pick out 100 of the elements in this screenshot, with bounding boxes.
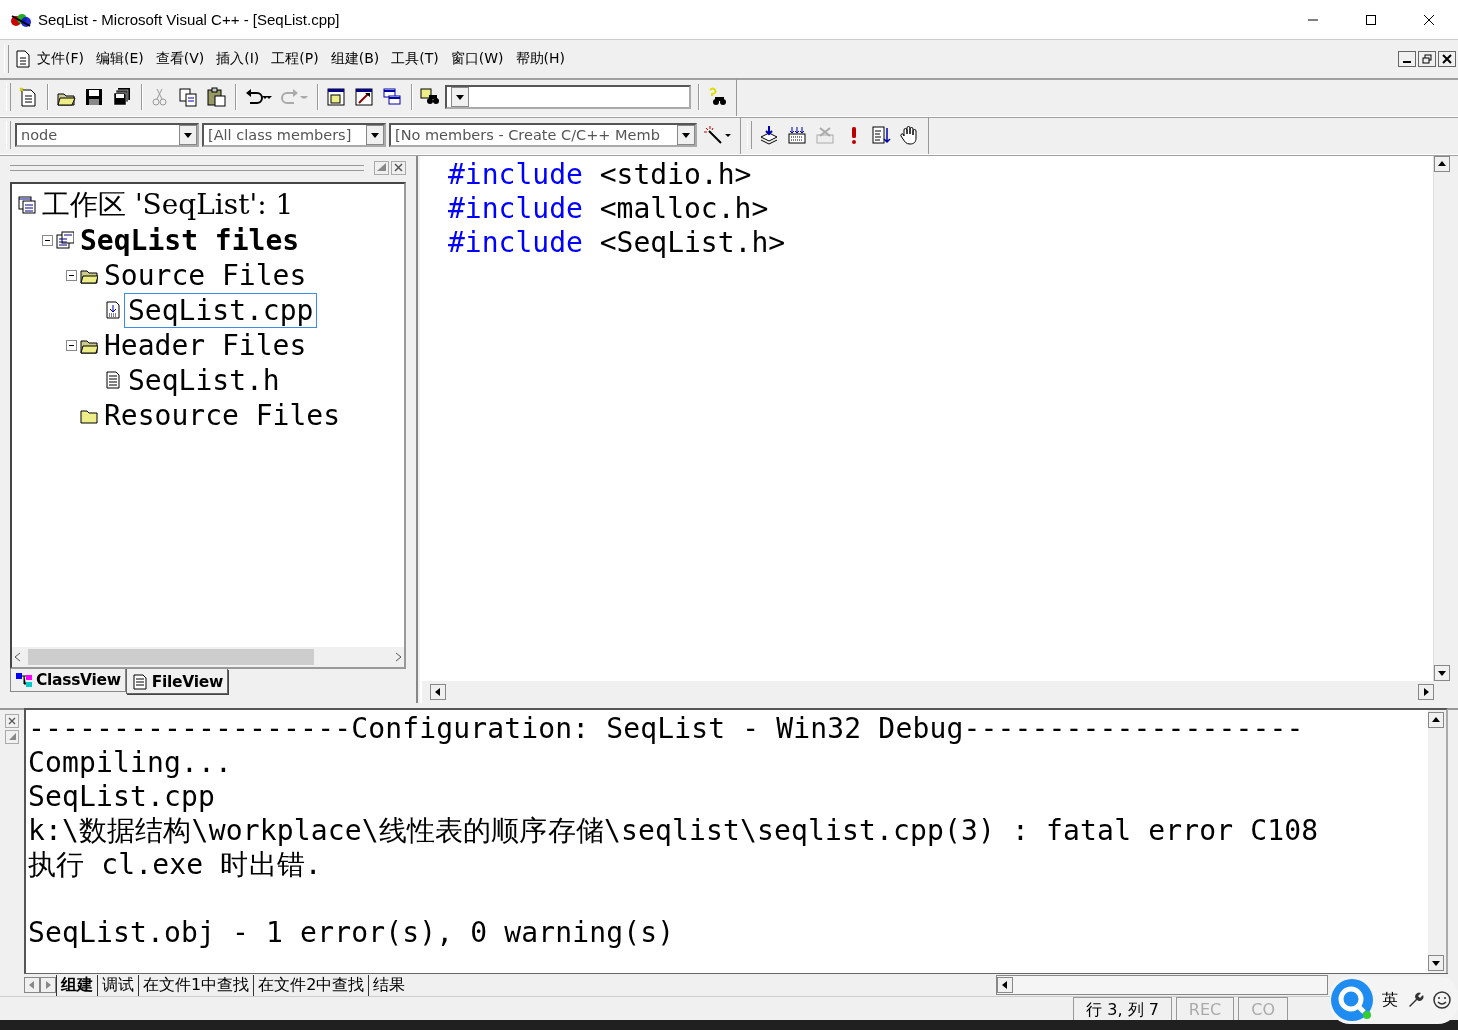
assistant-icon[interactable]	[1330, 978, 1374, 1022]
smiley-icon[interactable]	[1432, 990, 1452, 1010]
header-file-icon	[104, 371, 122, 390]
menu-item[interactable]: 窗口(W)	[444, 47, 510, 70]
maximize-icon	[377, 163, 386, 173]
code-editor[interactable]: #include <stdio.h> #include <malloc.h> #include <SeqList.h>	[422, 155, 1433, 682]
tab[interactable]: ClassView	[10, 669, 126, 693]
minimize-icon	[1403, 61, 1411, 64]
filter-combo[interactable]: [All class members]	[202, 123, 386, 148]
output-window-icon	[354, 87, 376, 108]
close-icon	[1442, 53, 1452, 64]
scroll-left-button[interactable]	[997, 977, 1013, 993]
output-line: k:\数据结构\workplace\线性表的顺序存储\seqlist\seqlist.cpp(3) : fatal error C108	[28, 814, 1320, 849]
dropdown-icon[interactable]	[682, 132, 690, 138]
tab[interactable]: 调试	[97, 974, 138, 996]
tree-item[interactable]: SeqList.h	[124, 362, 284, 398]
paste-icon	[206, 87, 228, 108]
window-title: SeqList - Microsoft Visual C++ - [SeqList.cpp]	[38, 11, 341, 28]
tab-scroll-left-icon	[28, 981, 36, 989]
code-line: #include <SeqList.h>	[448, 225, 787, 260]
tree-item[interactable]: Header Files	[100, 327, 311, 363]
scroll-left-button[interactable]	[430, 684, 446, 701]
menu-item[interactable]: 帮助(H)	[509, 47, 571, 70]
class-view-icon	[15, 672, 33, 689]
close-icon	[394, 163, 403, 173]
scroll-left-icon	[1001, 981, 1009, 989]
scroll-down-icon	[1438, 669, 1446, 678]
restore-button[interactable]	[1418, 50, 1436, 67]
tab[interactable]: 在文件2中查找	[253, 974, 369, 996]
members-combo[interactable]: [No members - Create C/C++ Memb	[389, 123, 697, 148]
menu-item[interactable]: 文件(F)	[31, 47, 90, 70]
output-line: SeqList.obj - 1 error(s), 0 warning(s)	[28, 916, 676, 951]
scroll-left-icon	[434, 688, 442, 697]
scroll-right-button[interactable]	[1418, 684, 1434, 701]
stop-build-icon	[815, 125, 837, 146]
scroll-up-icon	[1432, 716, 1440, 725]
tab[interactable]: FileView	[125, 669, 228, 695]
output-line: 执行 cl.exe 时出错.	[28, 848, 323, 883]
scroll-right-icon	[1422, 688, 1430, 697]
scroll-up-button[interactable]	[1428, 712, 1444, 729]
close-button[interactable]	[391, 160, 406, 175]
windows-icon	[382, 87, 404, 108]
close-icon	[8, 717, 16, 726]
copy-icon	[178, 87, 200, 108]
find-combo[interactable]	[445, 85, 691, 110]
close-icon	[1423, 13, 1435, 26]
document-icon	[15, 49, 31, 68]
tree-item[interactable]: Source Files	[100, 257, 311, 293]
input-language[interactable]: 英	[1382, 989, 1398, 1011]
tab-scroll-right-button[interactable]	[40, 977, 56, 993]
dropdown-icon[interactable]	[371, 132, 379, 138]
menu-item[interactable]: 插入(I)	[210, 47, 266, 70]
output-line: SeqList.cpp	[28, 780, 217, 815]
step-into-icon	[871, 125, 893, 146]
collapse-icon[interactable]	[42, 234, 53, 246]
menu-item[interactable]: 组建(B)	[324, 47, 386, 70]
dropdown-icon[interactable]	[456, 94, 464, 100]
tab-scroll-right-icon	[44, 981, 52, 989]
output-line: Compiling...	[28, 746, 234, 781]
tree-item[interactable]: SeqList.cpp	[124, 292, 318, 328]
window-icon	[326, 87, 348, 108]
menu-item[interactable]: 工程(P)	[265, 47, 325, 70]
project-icon	[56, 231, 74, 250]
menu-item[interactable]: 查看(V)	[149, 47, 211, 70]
tab[interactable]: 在文件1中查找	[138, 974, 254, 996]
app-icon	[10, 11, 32, 28]
code-line: #include <stdio.h>	[448, 157, 753, 192]
scrollbar-thumb[interactable]	[28, 649, 314, 666]
collapse-icon[interactable]	[66, 339, 77, 351]
execute-icon	[851, 126, 857, 145]
code-line: #include <malloc.h>	[448, 191, 770, 226]
restore-icon	[1422, 53, 1432, 64]
close-button[interactable]	[5, 714, 19, 729]
help-binoculars-icon	[707, 87, 729, 108]
output-line: -------------------Configuration: SeqList - Win32 Debug--------------------	[28, 712, 1305, 747]
scroll-down-icon	[1432, 959, 1440, 967]
close-button[interactable]	[1438, 50, 1456, 67]
scroll-up-button[interactable]	[1434, 155, 1450, 172]
magic-wand-icon	[703, 125, 733, 146]
file-view-icon	[130, 674, 149, 691]
menu-item[interactable]: 编辑(E)	[90, 47, 150, 70]
class-combo[interactable]: node	[15, 123, 199, 148]
scroll-down-button[interactable]	[1428, 955, 1444, 971]
scroll-down-button[interactable]	[1434, 665, 1450, 682]
dropdown-icon[interactable]	[184, 132, 192, 138]
minimize-button[interactable]	[1398, 50, 1416, 67]
scroll-up-icon	[1438, 159, 1446, 168]
tab-scroll-left-button[interactable]	[24, 977, 40, 993]
tab[interactable]: 组建	[56, 974, 97, 996]
menu-item[interactable]: 工具(T)	[385, 47, 445, 70]
maximize-button[interactable]	[374, 160, 389, 175]
tree-item[interactable]: Resource Files	[100, 397, 344, 433]
workspace-icon	[18, 196, 36, 215]
restore-icon	[8, 733, 16, 742]
collapse-icon[interactable]	[66, 269, 77, 281]
tab[interactable]: 结果	[368, 974, 410, 996]
cpp-file-icon	[104, 301, 122, 320]
maximize-icon	[1365, 13, 1377, 26]
horizontal-scrollbar[interactable]	[996, 975, 1328, 995]
build-icon	[787, 125, 809, 146]
